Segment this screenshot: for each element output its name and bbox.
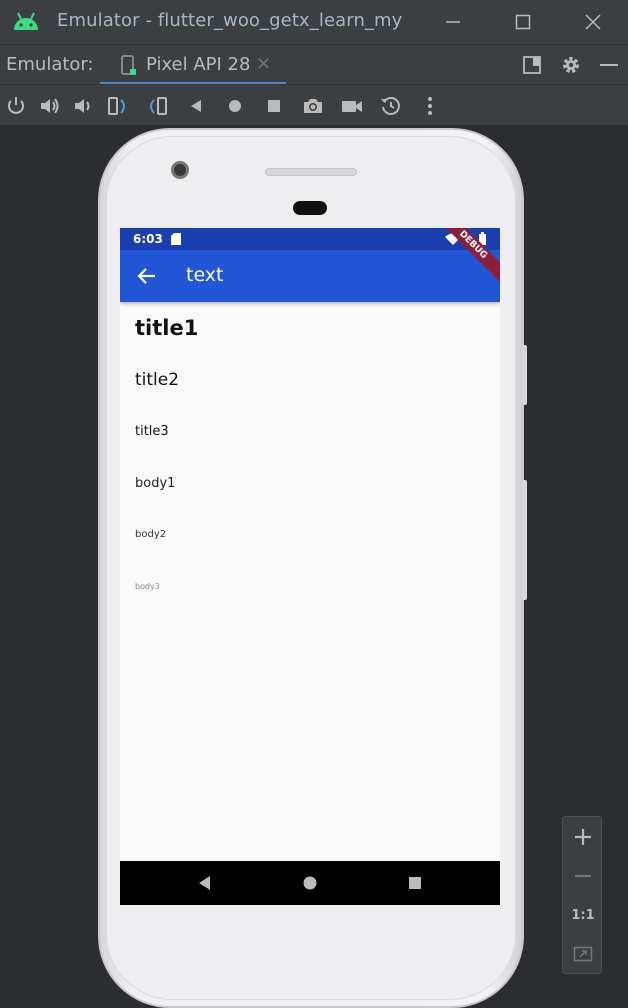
title1-text: title1	[135, 316, 199, 340]
fit-screen-button[interactable]	[563, 935, 603, 973]
title3-text: title3	[135, 424, 169, 439]
nav-home-icon[interactable]	[301, 874, 319, 892]
proximity-sensor	[293, 201, 327, 215]
volume-up-icon[interactable]	[38, 94, 62, 118]
camera-icon[interactable]	[301, 94, 325, 118]
hide-panel-icon[interactable]	[597, 53, 621, 77]
phone-volume-button	[522, 480, 527, 600]
volume-down-icon[interactable]	[71, 94, 95, 118]
device-icon	[121, 55, 136, 75]
minimize-icon	[446, 21, 460, 23]
emulator-toolbar	[0, 84, 628, 126]
rotate-left-icon[interactable]	[106, 94, 130, 118]
tab-label: Pixel API 28	[146, 54, 251, 75]
body2-text: body2	[135, 529, 167, 540]
minimize-button[interactable]	[438, 8, 468, 36]
emulator-label: Emulator:	[6, 54, 94, 75]
nav-back-icon[interactable]	[196, 874, 214, 892]
zoom-actual-size-button[interactable]: 1:1	[563, 896, 603, 934]
status-bar: 6:03	[120, 228, 500, 250]
zoom-controls: 1:1	[562, 816, 602, 974]
close-icon	[585, 14, 601, 30]
phone-screen: 6:03 text DEBUG title1 title2 title3 bod…	[120, 228, 500, 905]
status-time: 6:03	[133, 232, 163, 246]
phone-power-button	[522, 345, 527, 405]
plus-icon	[575, 829, 591, 845]
arrow-back-icon[interactable]	[136, 265, 158, 287]
navigation-bar	[120, 861, 500, 905]
layout-icon[interactable]	[520, 53, 544, 77]
gear-icon[interactable]	[559, 53, 583, 77]
nav-recents-icon[interactable]	[406, 874, 424, 892]
emulator-tabbar: Emulator: Pixel API 28 ×	[0, 44, 628, 85]
overview-icon[interactable]	[262, 94, 286, 118]
zoom-in-button[interactable]	[563, 818, 603, 856]
close-window-button[interactable]	[578, 8, 608, 36]
title2-text: title2	[135, 370, 180, 390]
zoom-out-button[interactable]	[563, 857, 603, 895]
screen-record-icon[interactable]	[340, 94, 364, 118]
snapshot-icon[interactable]	[379, 94, 403, 118]
tab-close-button[interactable]: ×	[256, 53, 271, 74]
minus-icon	[575, 874, 591, 878]
window-title: Emulator - flutter_woo_getx_learn_my	[57, 10, 403, 31]
fit-screen-icon	[573, 946, 593, 962]
tab-pixel-api-28[interactable]: Pixel API 28 ×	[100, 45, 286, 85]
back-icon[interactable]	[184, 94, 208, 118]
more-options-icon[interactable]	[418, 94, 442, 118]
maximize-icon	[515, 14, 531, 30]
app-bar-title: text	[186, 264, 224, 286]
app-bar: text	[120, 250, 500, 302]
sd-card-icon	[171, 233, 181, 245]
rotate-right-icon[interactable]	[145, 94, 169, 118]
body3-text: body3	[135, 582, 160, 591]
body1-text: body1	[135, 476, 176, 491]
home-icon[interactable]	[223, 94, 247, 118]
maximize-button[interactable]	[508, 8, 538, 36]
front-camera	[171, 161, 189, 179]
earpiece-speaker	[265, 168, 357, 176]
power-icon[interactable]	[4, 94, 28, 118]
window-titlebar: Emulator - flutter_woo_getx_learn_my	[0, 0, 628, 44]
android-icon	[14, 12, 38, 30]
